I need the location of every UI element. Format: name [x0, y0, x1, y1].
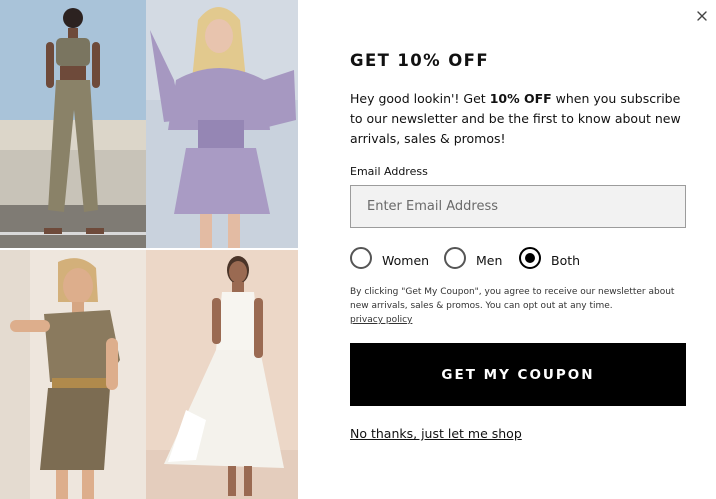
close-icon: [697, 11, 707, 21]
radio-both[interactable]: Both: [519, 245, 580, 271]
email-input[interactable]: [350, 185, 686, 228]
intro-text-highlight: 10% OFF: [489, 91, 552, 106]
intro-text-lead: Hey good lookin'! Get: [350, 91, 490, 106]
privacy-policy-link[interactable]: privacy policy: [350, 313, 412, 327]
radio-women[interactable]: Women: [350, 245, 429, 271]
gallery-photo-white-lace-dress: [146, 250, 298, 499]
radio-label-women: Women: [382, 252, 430, 268]
legal-disclaimer: By clicking "Get My Coupon", you agree t…: [350, 285, 690, 327]
decline-link[interactable]: No thanks, just let me shop: [350, 426, 522, 441]
gallery-photo-lavender-dress: [146, 0, 298, 248]
popup-title: GET 10% OFF: [350, 51, 490, 70]
email-label: Email Address: [350, 165, 428, 178]
radio-button-men[interactable]: [444, 247, 466, 269]
gallery-photo-paisley-dress: [0, 250, 146, 499]
radio-button-women[interactable]: [350, 247, 372, 269]
intro-text: Hey good lookin'! Get 10% OFF when you s…: [350, 89, 690, 149]
legal-text: By clicking "Get My Coupon", you agree t…: [350, 287, 675, 311]
radio-label-both: Both: [551, 252, 581, 268]
radio-men[interactable]: Men: [444, 245, 502, 271]
gallery-photo-olive-outfit: [0, 0, 146, 248]
radio-label-men: Men: [476, 252, 503, 268]
close-button[interactable]: [692, 6, 712, 26]
photo-gallery: [0, 0, 298, 499]
get-coupon-button[interactable]: GET MY COUPON: [350, 343, 686, 406]
radio-button-both[interactable]: [519, 247, 541, 269]
